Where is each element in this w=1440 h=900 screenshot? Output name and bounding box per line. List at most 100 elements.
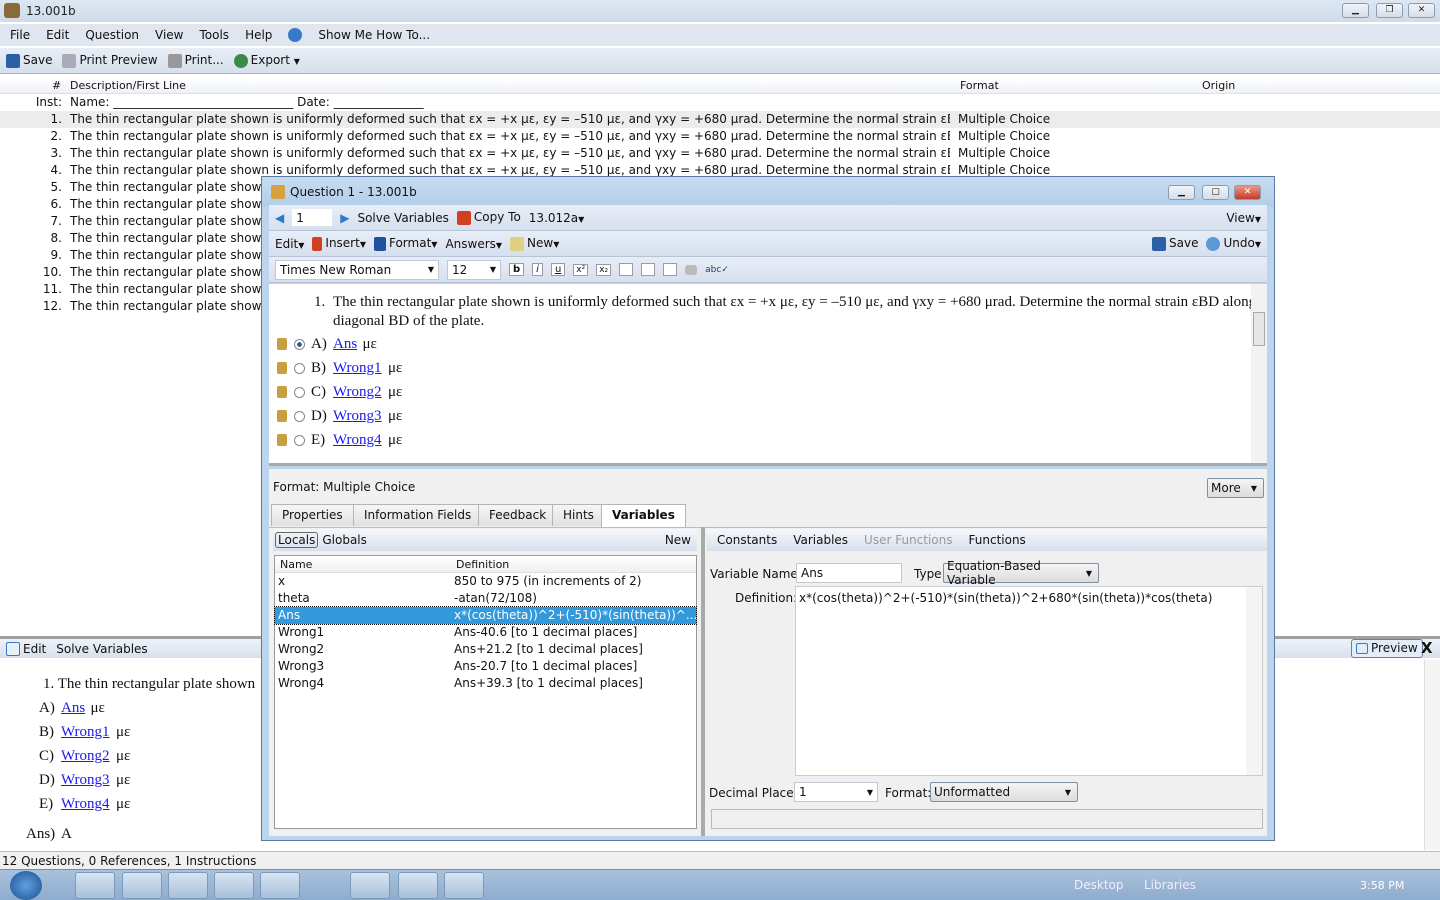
correct-answer-radio[interactable]	[294, 411, 305, 422]
col-num[interactable]: #	[52, 79, 61, 92]
tab-variables[interactable]: Variables	[601, 504, 686, 527]
show-me-how-button[interactable]: Show Me How To...	[288, 28, 446, 43]
save-button[interactable]: Save	[6, 53, 52, 68]
font-size-select[interactable]: 12 ▼	[447, 259, 501, 280]
copy-target-dropdown[interactable]: 13.012a▼	[529, 211, 585, 225]
variable-name-input[interactable]: Ans	[796, 563, 902, 583]
dialog-maximize[interactable]: ▢	[1202, 185, 1229, 200]
choice-variable-link[interactable]: Wrong1	[333, 360, 382, 377]
question-editor[interactable]: 1. The thin rectangular plate shown is u…	[269, 284, 1267, 466]
question-row[interactable]: 2. The thin rectangular plate shown is un…	[0, 128, 1440, 145]
close-button[interactable]: ✕	[1408, 3, 1435, 18]
question-row[interactable]: 3. The thin rectangular plate shown is un…	[0, 145, 1440, 162]
print-preview-button[interactable]: Print Preview	[62, 53, 158, 68]
question-number-input[interactable]: 1	[292, 209, 333, 226]
decimal-places-select[interactable]: 1 ▼	[794, 782, 878, 802]
taskbar-explorer[interactable]	[122, 872, 162, 899]
eraser-icon[interactable]	[685, 264, 698, 275]
lock-icon[interactable]	[277, 434, 287, 446]
col-format[interactable]: Format	[960, 79, 999, 92]
correct-answer-radio[interactable]	[294, 339, 305, 350]
preview-choice-link[interactable]: Wrong4	[61, 796, 110, 813]
superscript-button[interactable]: x²	[573, 263, 589, 276]
subscript-button[interactable]: x₂	[596, 263, 612, 276]
definition-input[interactable]: x*(cos(theta))^2+(-510)*(sin(theta))^2+6…	[795, 586, 1263, 776]
dialog-save-button[interactable]: Save	[1152, 236, 1198, 251]
definition-scrollbar[interactable]	[1246, 587, 1262, 775]
close-pane-button[interactable]: X	[1421, 639, 1433, 657]
tab-information-fields[interactable]: Information Fields	[353, 504, 483, 526]
preview-choice-link[interactable]: Wrong3	[61, 772, 110, 789]
new-variable-button[interactable]: New	[665, 533, 691, 547]
preview-button[interactable]: Preview	[1351, 639, 1423, 658]
bold-button[interactable]: b	[509, 263, 525, 276]
start-button[interactable]	[10, 871, 42, 900]
taskbar-ie[interactable]	[75, 872, 115, 899]
col-name[interactable]: Name	[280, 558, 312, 571]
dialog-minimize[interactable]: ▁	[1168, 185, 1195, 200]
user-functions-tab[interactable]: User Functions	[864, 533, 952, 547]
italic-button[interactable]: i	[532, 263, 543, 276]
variables-tab[interactable]: Variables	[793, 533, 848, 547]
export-button[interactable]: Export ▼	[233, 53, 300, 68]
view-menu[interactable]: View▼	[1226, 211, 1261, 225]
variable-row[interactable]: Wrong1 Ans-40.6 [to 1 decimal places]	[275, 624, 696, 641]
taskbar-app2[interactable]	[260, 872, 300, 899]
align-right-button[interactable]	[663, 263, 678, 276]
dialog-close[interactable]: ✕	[1234, 185, 1261, 200]
choice-variable-link[interactable]: Wrong3	[333, 408, 382, 425]
choice-variable-link[interactable]: Wrong4	[333, 432, 382, 449]
constants-tab[interactable]: Constants	[717, 533, 777, 547]
tab-feedback[interactable]: Feedback	[478, 504, 558, 526]
answers-menu[interactable]: Answers▼	[445, 237, 502, 251]
clock[interactable]: 3:58 PM	[1360, 879, 1404, 892]
globals-button[interactable]: Globals	[322, 533, 367, 547]
print-button[interactable]: Print...	[167, 53, 224, 68]
lock-icon[interactable]	[277, 362, 287, 374]
pane-edit-button[interactable]: Edit	[23, 642, 46, 656]
desktop-toolbar[interactable]: Desktop	[1074, 878, 1124, 892]
new-menu[interactable]: New▼	[510, 236, 559, 251]
pane-solve-variables-button[interactable]: Solve Variables	[56, 642, 147, 656]
choice-variable-link[interactable]: Wrong2	[333, 384, 382, 401]
restore-button[interactable]: ❐	[1376, 3, 1403, 18]
taskbar-media[interactable]	[168, 872, 208, 899]
taskbar-testgen[interactable]	[350, 872, 390, 899]
tab-hints[interactable]: Hints	[552, 504, 605, 526]
taskbar-app[interactable]	[214, 872, 254, 899]
menu-question[interactable]: Question	[85, 28, 139, 42]
col-definition[interactable]: Definition	[456, 558, 509, 571]
undo-button[interactable]: Undo▼	[1206, 236, 1261, 251]
minimize-button[interactable]: ▁	[1342, 3, 1369, 18]
col-origin[interactable]: Origin	[1202, 79, 1235, 92]
tab-properties[interactable]: Properties	[271, 504, 354, 526]
edit-menu[interactable]: Edit▼	[275, 237, 304, 251]
choice-variable-link[interactable]: Ans	[333, 336, 357, 353]
editor-scrollbar[interactable]	[1251, 284, 1267, 463]
variable-row[interactable]: Ans x*(cos(theta))^2+(-510)*(sin(theta))^…	[274, 606, 697, 625]
preview-choice-link[interactable]: Wrong2	[61, 748, 110, 765]
copy-to-button[interactable]: Copy To	[456, 210, 521, 225]
number-format-select[interactable]: Unformatted ▼	[930, 782, 1078, 802]
variable-row[interactable]: Wrong2 Ans+21.2 [to 1 decimal places]	[275, 641, 696, 658]
solve-variables-button[interactable]: Solve Variables	[357, 211, 448, 225]
correct-answer-radio[interactable]	[294, 435, 305, 446]
lock-icon[interactable]	[277, 386, 287, 398]
menu-edit[interactable]: Edit	[46, 28, 69, 42]
preview-choice-link[interactable]: Wrong1	[61, 724, 110, 741]
question-row[interactable]: 1. The thin rectangular plate shown is un…	[0, 111, 1440, 128]
menu-tools[interactable]: Tools	[200, 28, 230, 42]
align-left-button[interactable]	[619, 263, 634, 276]
functions-tab[interactable]: Functions	[969, 533, 1026, 547]
variable-row[interactable]: theta -atan(72/108)	[275, 590, 696, 607]
splitter[interactable]	[701, 527, 705, 836]
taskbar-paint[interactable]	[444, 872, 484, 899]
libraries-toolbar[interactable]: Libraries	[1144, 878, 1196, 892]
insert-menu[interactable]: Insert▼	[312, 236, 366, 251]
lock-icon[interactable]	[277, 338, 287, 350]
correct-answer-radio[interactable]	[294, 387, 305, 398]
lock-icon[interactable]	[277, 410, 287, 422]
preview-choice-link[interactable]: Ans	[61, 700, 85, 717]
prev-arrow-icon[interactable]: ◀	[275, 211, 284, 225]
col-description[interactable]: Description/First Line	[70, 79, 186, 92]
